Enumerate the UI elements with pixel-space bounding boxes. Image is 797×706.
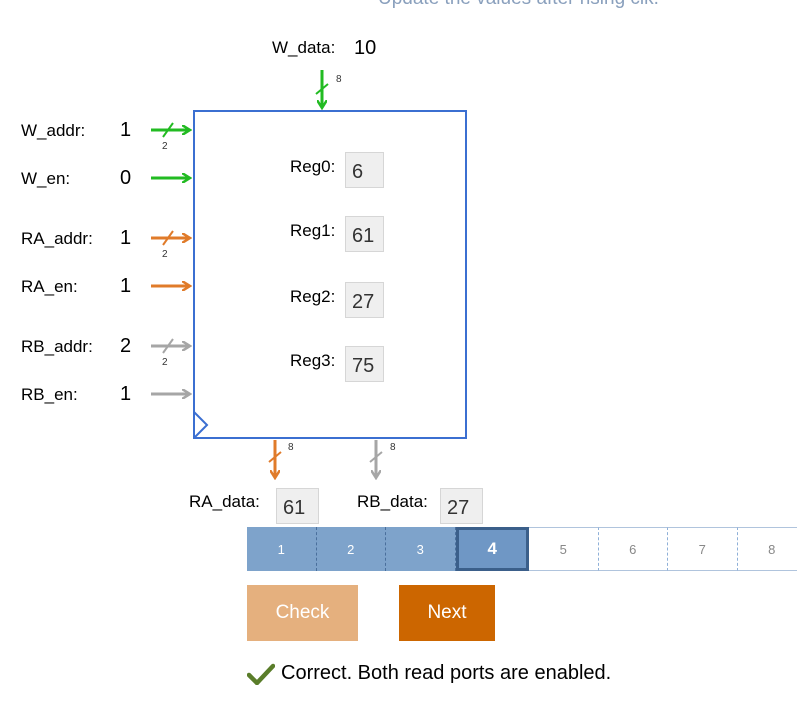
w-addr-width-label: 2: [162, 141, 168, 152]
rb-addr-label: RB_addr:: [21, 337, 93, 356]
w-addr-label: W_addr:: [21, 121, 86, 140]
reg3-label: Reg3:: [290, 351, 336, 370]
rb-data-label: RB_data:: [357, 492, 428, 511]
step-7[interactable]: 7: [668, 527, 738, 571]
rb-data-wire: 8: [369, 440, 396, 477]
w-data-label: W_data:: [272, 38, 336, 57]
checkmark-icon: [247, 663, 275, 685]
ra-addr-label: RA_addr:: [21, 229, 93, 248]
reg1-label: Reg1:: [290, 221, 336, 240]
next-button[interactable]: Next: [399, 585, 495, 641]
rb-addr-width-label: 2: [162, 357, 168, 368]
ra-addr-wire: 2: [151, 230, 189, 260]
reg3-value: 75: [345, 346, 384, 382]
ra-addr-value: 1: [120, 227, 132, 249]
ra-en-value: 1: [120, 275, 132, 297]
rb-data-width-label: 8: [390, 442, 396, 453]
ra-data-label: RA_data:: [189, 492, 260, 511]
reg0-value: 6: [345, 152, 384, 188]
rb-en-label: RB_en:: [21, 385, 78, 404]
step-2[interactable]: 2: [316, 527, 386, 571]
reg2-value: 27: [345, 282, 384, 318]
step-8[interactable]: 8: [737, 527, 797, 571]
ra-data-wire: 8: [268, 440, 294, 477]
w-addr-value: 1: [120, 119, 132, 141]
step-6[interactable]: 6: [598, 527, 669, 571]
ra-data-value: 61: [276, 488, 319, 524]
w-en-value: 0: [120, 167, 132, 189]
feedback-message: Correct. Both read ports are enabled.: [247, 662, 611, 685]
step-progress-bar: 1 2 3 4 5 6 7 8: [247, 527, 797, 571]
ra-en-label: RA_en:: [21, 277, 78, 296]
ra-addr-width-label: 2: [162, 249, 168, 260]
reg0-label: Reg0:: [290, 157, 336, 176]
rb-data-value: 27: [440, 488, 483, 524]
step-3[interactable]: 3: [386, 527, 456, 571]
w-data-value: 10: [354, 37, 377, 59]
feedback-text: Correct. Both read ports are enabled.: [281, 662, 612, 684]
w-addr-wire: 2: [151, 122, 189, 152]
reg1-value: 61: [345, 216, 384, 252]
check-button[interactable]: Check: [247, 585, 358, 641]
ra-data-width-label: 8: [288, 442, 294, 453]
step-5[interactable]: 5: [529, 527, 599, 571]
reg2-label: Reg2:: [290, 287, 336, 306]
rb-addr-wire: 2: [151, 338, 189, 368]
step-1[interactable]: 1: [247, 527, 317, 571]
w-en-label: W_en:: [21, 169, 71, 188]
w-data-width-label: 8: [336, 74, 342, 85]
rb-en-value: 1: [120, 383, 132, 405]
step-4-current[interactable]: 4: [455, 527, 530, 571]
rb-addr-value: 2: [120, 335, 132, 357]
